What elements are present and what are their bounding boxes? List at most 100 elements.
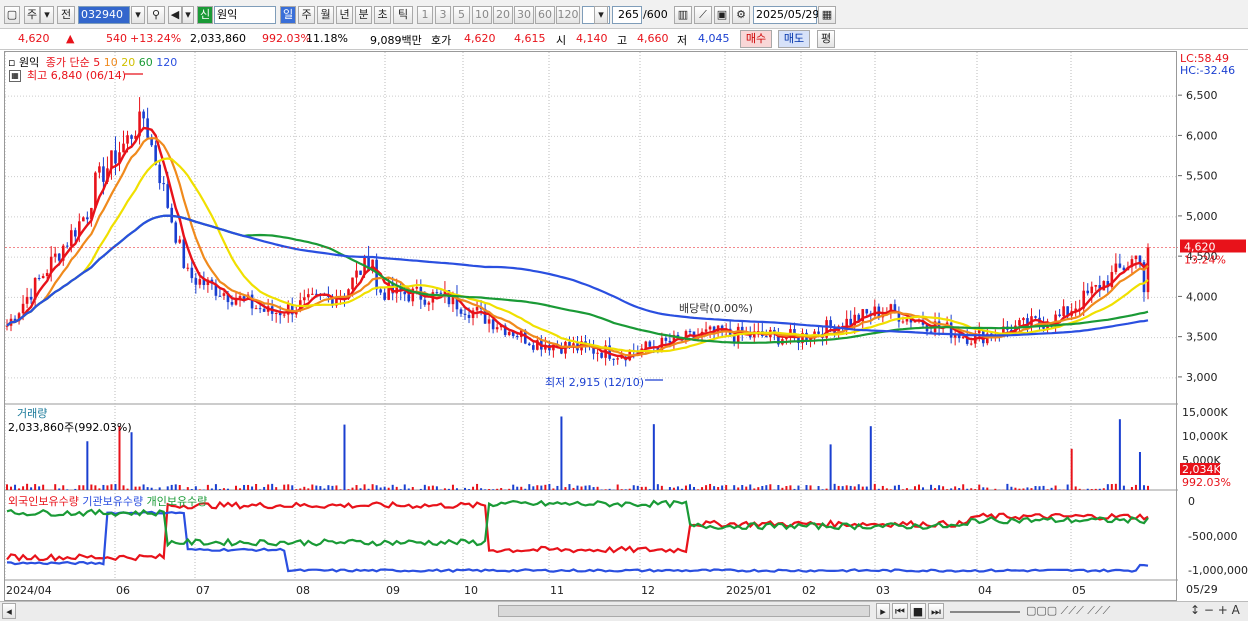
y-tick-label: 5,000 [1186, 210, 1218, 223]
tab-week[interactable]: 주 [24, 6, 40, 24]
interval-5[interactable]: 5 [453, 6, 470, 24]
volume-bar [725, 485, 728, 490]
volume-bar [500, 488, 503, 490]
buy-button[interactable]: 매수 [740, 30, 772, 48]
interval-dropdown-icon[interactable]: ▾ [594, 6, 608, 24]
period-minute[interactable]: 분 [355, 6, 372, 24]
candle [600, 352, 603, 358]
volume-bar [1006, 483, 1009, 490]
zoom-slider[interactable] [950, 611, 1020, 613]
save-icon[interactable]: ▣ [714, 6, 730, 24]
volume-bar [403, 484, 406, 490]
scroll-right-icon[interactable]: ▸ [876, 603, 890, 619]
interval-1[interactable]: 1 [417, 6, 433, 24]
volume-bar [443, 488, 446, 490]
candle-icon[interactable]: ▥ [674, 6, 692, 24]
volume-bar [1034, 486, 1037, 490]
code-dropdown-icon[interactable]: ▾ [131, 6, 145, 24]
volume-bar [178, 485, 181, 490]
volume-bar [339, 489, 342, 490]
candle [262, 308, 266, 312]
candle [1086, 290, 1090, 294]
scrollbar-thumb[interactable] [498, 605, 870, 617]
volume-bar [1118, 419, 1121, 490]
volume-bar [391, 484, 394, 490]
sell-button[interactable]: 매도 [778, 30, 810, 48]
volume-bar [797, 485, 800, 490]
last-icon[interactable]: ⏭ [928, 603, 944, 619]
volume-bar [411, 486, 414, 490]
volume-bar [1138, 452, 1141, 490]
volume-bar [1142, 485, 1145, 490]
interval-30[interactable]: 30 [514, 6, 534, 24]
zoom-controls[interactable]: ↕ − + A [1190, 603, 1240, 617]
interval-20[interactable]: 20 [493, 6, 513, 24]
period-second[interactable]: 초 [374, 6, 391, 24]
stop-icon[interactable]: ■ [910, 603, 926, 619]
trend-icon[interactable]: ⟋ [694, 6, 712, 24]
period-day[interactable]: 일 [280, 6, 296, 24]
tab-prev[interactable]: 전 [57, 6, 75, 24]
volume-bar [359, 488, 362, 490]
interval-60[interactable]: 60 [535, 6, 555, 24]
eval-button[interactable]: 평 [817, 30, 835, 48]
volume-bar [781, 487, 784, 490]
period-month[interactable]: 월 [317, 6, 334, 24]
volume-bar [648, 489, 651, 490]
volume-bar [568, 484, 571, 490]
volume-bar [1122, 485, 1125, 490]
turnover-pct: 11.18% [306, 32, 348, 45]
chart-area[interactable]: 2024/04 06 07 08 09 10 11 12 2025/01 02 03 04 05 ▫ 원… [4, 51, 1178, 601]
ma-line-60 [6, 214, 1149, 344]
window-icon[interactable]: ▢ [4, 6, 20, 24]
settings-icon[interactable]: ⚙ [732, 6, 750, 24]
count-input[interactable]: 265 [612, 6, 642, 24]
interval-3[interactable]: 3 [435, 6, 451, 24]
volume-bar [1094, 488, 1097, 490]
volume-bar [994, 488, 997, 490]
volume-bar [94, 485, 97, 490]
candle [198, 279, 202, 285]
volume-bar [98, 488, 101, 490]
hoga-bid: 4,615 [514, 32, 546, 45]
table-icon[interactable]: ▦ [9, 70, 21, 82]
volume-bar [905, 488, 908, 490]
calendar-icon[interactable]: ▦ [818, 6, 836, 24]
tool-icons[interactable]: ▢▢▢ ⟋⟋⟋ ⟋⟋⟋ [1026, 604, 1110, 618]
volume-bar [347, 489, 350, 490]
speaker-dropdown-icon[interactable]: ▾ [182, 6, 194, 24]
period-week[interactable]: 주 [298, 6, 315, 24]
speaker-icon[interactable]: ◀ [168, 6, 182, 24]
volume-bar [379, 487, 382, 490]
volume-bar [1147, 485, 1149, 490]
candle [648, 341, 652, 347]
candle [439, 292, 443, 294]
first-icon[interactable]: ⏮ [892, 603, 908, 619]
volume-bar [455, 488, 458, 490]
volume-bar [66, 489, 69, 490]
volume-bar [684, 485, 687, 490]
candle [1090, 286, 1094, 294]
volume-bar [86, 441, 89, 490]
volume-bar [741, 485, 744, 490]
volume-bar [1054, 485, 1057, 490]
high-value: 4,660 [637, 32, 669, 45]
period-year[interactable]: 년 [336, 6, 353, 24]
period-tick[interactable]: 틱 [393, 6, 413, 24]
search-icon[interactable]: ⚲ [147, 6, 165, 24]
amount: 9,089백만 [370, 34, 422, 47]
date-input[interactable]: 2025/05/29 [753, 6, 819, 24]
code-input[interactable]: 032940 [78, 6, 130, 24]
candle [1022, 318, 1025, 321]
interval-120[interactable]: 120 [556, 6, 580, 24]
candle [415, 287, 419, 289]
x-tick-label: 2024/04 [6, 584, 52, 597]
volume-bar [399, 489, 402, 490]
volume-bar [1066, 484, 1069, 490]
volume-bar [608, 488, 611, 490]
interval-10[interactable]: 10 [472, 6, 492, 24]
candle [527, 343, 531, 346]
scroll-left-icon[interactable]: ◂ [2, 603, 16, 619]
volume-bar [371, 484, 374, 490]
dropdown-icon[interactable]: ▾ [40, 6, 54, 24]
